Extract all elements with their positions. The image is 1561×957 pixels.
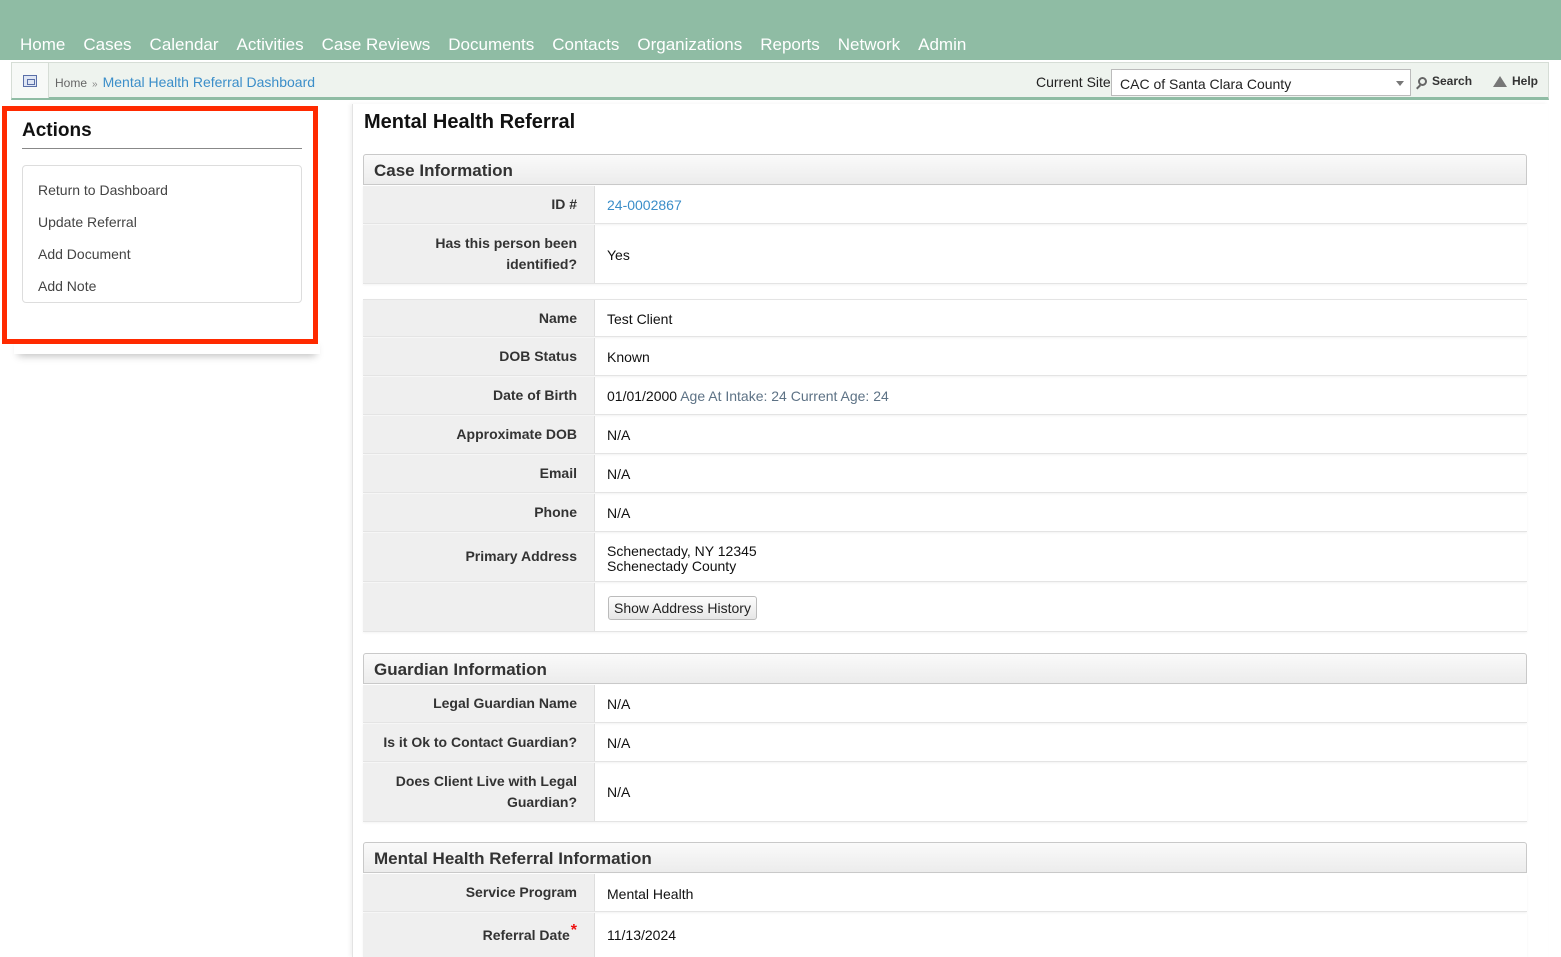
search-icon xyxy=(1418,76,1427,86)
help-icon xyxy=(1493,75,1507,87)
guardian-lives-label: Does Client Live with Legal Guardian? xyxy=(363,763,595,821)
referral-date-label: Referral Date xyxy=(482,926,570,943)
guardian-lives-value: N/A xyxy=(607,784,631,800)
guardian-contact-value: N/A xyxy=(607,735,631,751)
referral-information-heading: Mental Health Referral Information xyxy=(363,842,1527,873)
name-value: Test Client xyxy=(607,311,673,327)
guardian-information-heading: Guardian Information xyxy=(363,653,1527,684)
nav-item-home[interactable]: Home xyxy=(11,34,74,56)
case-id-link[interactable]: 24-0002867 xyxy=(607,197,682,213)
row-email: Email N/A xyxy=(363,455,1527,493)
actions-shadow xyxy=(14,336,320,354)
name-label: Name xyxy=(363,300,595,336)
row-approx-dob: Approximate DOB N/A xyxy=(363,416,1527,454)
dashboard-toggle-icon[interactable] xyxy=(12,63,49,98)
phone-value: N/A xyxy=(607,505,631,521)
update-referral-link[interactable]: Update Referral xyxy=(23,206,301,238)
id-label: ID # xyxy=(363,186,595,223)
actions-divider xyxy=(22,148,302,149)
address-line-1: Schenectady, NY 12345 xyxy=(607,543,757,559)
nav-item-network[interactable]: Network xyxy=(829,34,909,56)
breadcrumb-separator: » xyxy=(92,79,98,90)
nav-item-documents[interactable]: Documents xyxy=(439,34,543,56)
search-button[interactable]: Search xyxy=(1418,74,1472,88)
nav-item-contacts[interactable]: Contacts xyxy=(543,34,628,56)
nav-item-admin[interactable]: Admin xyxy=(909,34,975,56)
chevron-down-icon xyxy=(1396,81,1404,86)
empty-label xyxy=(363,583,595,631)
referral-date-value: 11/13/2024 xyxy=(607,927,677,943)
row-address-history: Show Address History xyxy=(363,583,1527,632)
actions-title: Actions xyxy=(22,120,92,141)
dob-label: Date of Birth xyxy=(363,377,595,414)
current-site-value: CAC of Santa Clara County xyxy=(1120,76,1292,92)
row-id: ID # 24-0002867 xyxy=(363,186,1527,224)
dob-status-label: DOB Status xyxy=(363,338,595,375)
service-program-label: Service Program xyxy=(363,874,595,911)
help-button[interactable]: Help xyxy=(1493,74,1538,88)
breadcrumb-current[interactable]: Mental Health Referral Dashboard xyxy=(103,74,315,90)
row-referral-date: Referral Date * 11/13/2024 xyxy=(363,913,1527,957)
current-site-select[interactable]: CAC of Santa Clara County xyxy=(1111,69,1411,96)
identified-label: Has this person been identified? xyxy=(363,225,595,283)
nav-item-calendar[interactable]: Calendar xyxy=(141,34,228,56)
row-guardian-name: Legal Guardian Name N/A xyxy=(363,685,1527,723)
page-title: Mental Health Referral xyxy=(364,111,576,133)
actions-menu: Return to Dashboard Update Referral Add … xyxy=(22,165,302,303)
row-dob-status: DOB Status Known xyxy=(363,338,1527,376)
top-nav-items: Home Cases Calendar Activities Case Revi… xyxy=(11,34,975,56)
dob-status-value: Known xyxy=(607,349,650,365)
guardian-contact-label: Is it Ok to Contact Guardian? xyxy=(363,724,595,761)
service-program-value: Mental Health xyxy=(607,886,694,902)
row-identified: Has this person been identified? Yes xyxy=(363,225,1527,284)
phone-label: Phone xyxy=(363,494,595,531)
top-nav: Home Cases Calendar Activities Case Revi… xyxy=(0,0,1561,60)
nav-item-activities[interactable]: Activities xyxy=(228,34,313,56)
add-note-link[interactable]: Add Note xyxy=(23,270,301,302)
row-guardian-lives: Does Client Live with Legal Guardian? N/… xyxy=(363,763,1527,822)
actions-panel: Actions Return to Dashboard Update Refer… xyxy=(10,112,309,336)
approx-dob-value: N/A xyxy=(607,427,631,443)
dob-value: 01/01/2000 xyxy=(607,388,678,404)
email-label: Email xyxy=(363,455,595,492)
nav-item-case-reviews[interactable]: Case Reviews xyxy=(313,34,440,56)
row-name: Name Test Client xyxy=(363,299,1527,337)
approx-dob-label: Approximate DOB xyxy=(363,416,595,453)
breadcrumb-home[interactable]: Home xyxy=(55,76,87,90)
row-service-program: Service Program Mental Health xyxy=(363,874,1527,912)
nav-item-reports[interactable]: Reports xyxy=(751,34,829,56)
age-info: Age At Intake: 24 Current Age: 24 xyxy=(680,388,889,404)
search-label: Search xyxy=(1432,74,1473,88)
row-phone: Phone N/A xyxy=(363,494,1527,532)
required-marker: * xyxy=(570,921,577,939)
address-line-2: Schenectady County xyxy=(607,558,737,574)
row-address: Primary Address Schenectady, NY 12345 Sc… xyxy=(363,533,1527,582)
show-address-history-button[interactable]: Show Address History xyxy=(608,596,757,620)
guardian-name-label: Legal Guardian Name xyxy=(363,685,595,722)
email-value: N/A xyxy=(607,466,631,482)
row-dob: Date of Birth 01/01/2000 Age At Intake: … xyxy=(363,377,1527,415)
return-to-dashboard-link[interactable]: Return to Dashboard xyxy=(23,174,301,206)
nav-item-cases[interactable]: Cases xyxy=(74,34,140,56)
guardian-name-value: N/A xyxy=(607,696,631,712)
nav-item-organizations[interactable]: Organizations xyxy=(628,34,751,56)
current-site-label: Current Site xyxy=(1036,74,1111,90)
case-information-heading: Case Information xyxy=(363,154,1527,185)
row-guardian-contact: Is it Ok to Contact Guardian? N/A xyxy=(363,724,1527,762)
add-document-link[interactable]: Add Document xyxy=(23,238,301,270)
address-label: Primary Address xyxy=(363,533,595,581)
identified-value: Yes xyxy=(607,247,630,263)
breadcrumb-bar: Home » Mental Health Referral Dashboard Cu… xyxy=(11,62,1549,100)
help-label: Help xyxy=(1512,74,1539,88)
referral-date-label-cell: Referral Date * xyxy=(363,913,595,957)
breadcrumb: Home » Mental Health Referral Dashboard xyxy=(55,74,315,90)
